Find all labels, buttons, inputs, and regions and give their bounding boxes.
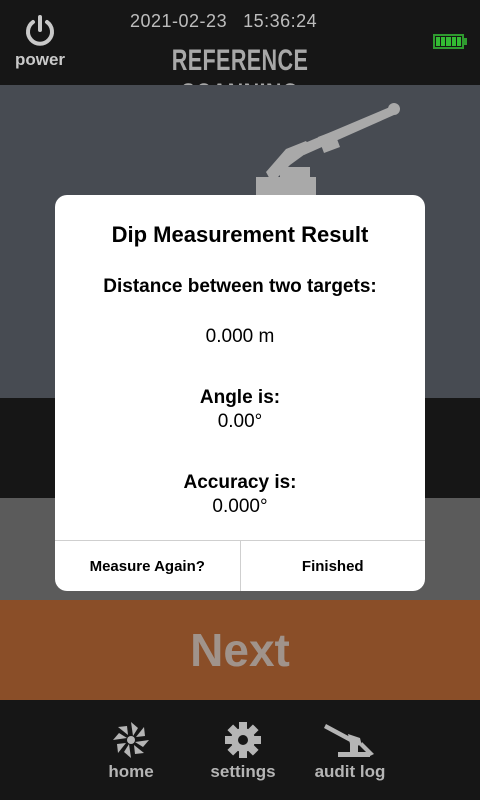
dialog-button-row: Measure Again? Finished bbox=[55, 540, 425, 591]
scanner-icon bbox=[256, 103, 400, 207]
nav-item-audit-log[interactable]: audit log bbox=[295, 720, 405, 782]
accuracy-value: 0.000° bbox=[212, 496, 268, 517]
angle-value: 0.00° bbox=[217, 411, 263, 432]
result-dialog: Dip Measurement Result Distance between … bbox=[55, 195, 425, 591]
audit-log-icon bbox=[324, 724, 374, 757]
battery-icon bbox=[433, 34, 464, 49]
power-button[interactable]: power bbox=[10, 10, 70, 74]
power-label: power bbox=[14, 50, 66, 69]
power-icon bbox=[26, 15, 54, 46]
accuracy-label: Accuracy is: bbox=[183, 472, 297, 493]
bottom-nav: home settings audit log bbox=[0, 700, 480, 800]
distance-label: Distance between two targets: bbox=[103, 276, 377, 297]
angle-label: Angle is: bbox=[199, 387, 281, 408]
time-text: 15:36:24 bbox=[243, 11, 318, 31]
finished-button[interactable]: Finished bbox=[241, 541, 426, 591]
dialog-title: Dip Measurement Result bbox=[111, 222, 369, 247]
battery-tip bbox=[464, 38, 467, 45]
date-text: 2021-02-23 bbox=[130, 11, 228, 31]
gear-icon bbox=[225, 722, 261, 758]
nav-label-settings: settings bbox=[210, 762, 276, 781]
nav-item-home[interactable]: home bbox=[76, 720, 186, 782]
next-button[interactable]: Next bbox=[0, 600, 480, 700]
nav-item-settings[interactable]: settings bbox=[188, 720, 298, 782]
nav-label-home: home bbox=[108, 762, 154, 781]
home-icon bbox=[113, 722, 149, 758]
datetime: 2021-02-23 15:36:24 bbox=[130, 11, 333, 32]
nav-label-audit-log: audit log bbox=[314, 762, 386, 781]
distance-value: 0.000 m bbox=[205, 326, 275, 347]
measure-again-button[interactable]: Measure Again? bbox=[55, 541, 241, 591]
